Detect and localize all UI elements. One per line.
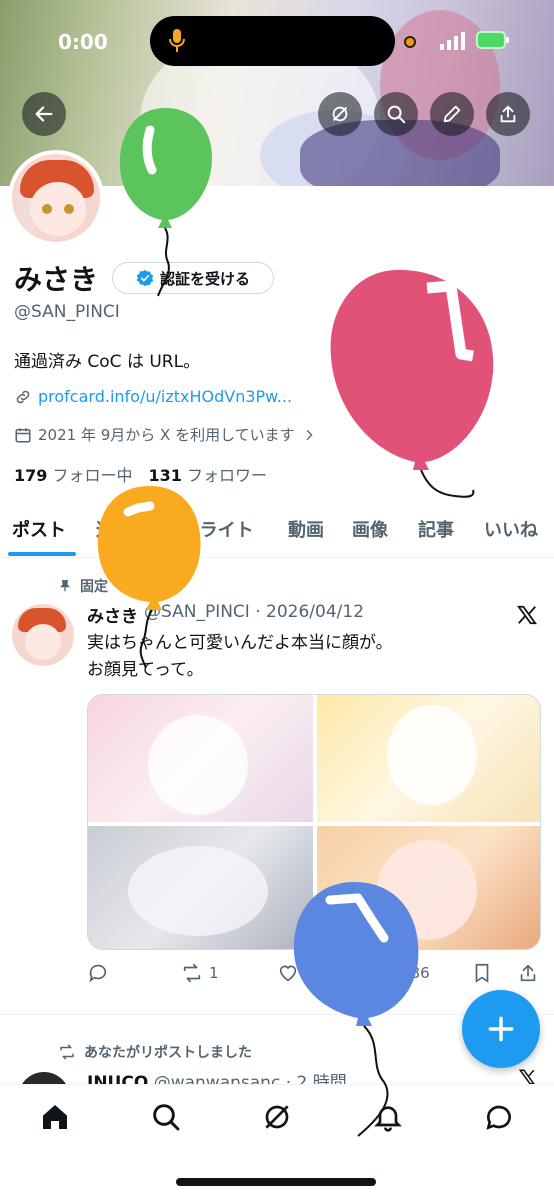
back-arrow-icon: [35, 106, 53, 122]
home-icon[interactable]: [39, 1101, 71, 1133]
share-button[interactable]: [486, 92, 530, 136]
bookmark-icon: [475, 963, 489, 983]
edit-button[interactable]: [430, 92, 474, 136]
orange-balloon-sticker: [97, 486, 201, 669]
green-balloon-sticker: [119, 108, 213, 297]
tab-videos[interactable]: 動画: [288, 516, 324, 542]
profile-tabs: ポスト 返信 ハイライト 動画 画像 記事 いいね: [0, 502, 554, 558]
profile-display-name: みさき: [14, 263, 99, 296]
profile-avatar[interactable]: [8, 150, 104, 246]
back-button[interactable]: [22, 92, 66, 136]
profile-link[interactable]: profcard.info/u/iztxHOdVn3Pw...: [14, 387, 292, 406]
plus-icon: [488, 1016, 514, 1042]
repost-icon: [60, 1044, 74, 1060]
status-time: 0:00: [58, 30, 108, 54]
share-icon: [500, 105, 516, 123]
repost-count: 1: [209, 964, 219, 982]
tab-posts[interactable]: ポスト: [12, 516, 66, 542]
x-logo-icon[interactable]: [516, 604, 538, 626]
tab-photos[interactable]: 画像: [352, 516, 388, 542]
reply-icon: [89, 964, 107, 983]
post-image[interactable]: [88, 695, 313, 822]
camera-indicator-icon: [404, 36, 416, 48]
repost-label: あなたがリポストしました: [84, 1045, 252, 1061]
pink-balloon-sticker: [330, 269, 494, 498]
grok-button[interactable]: [318, 92, 362, 136]
reply-button[interactable]: [87, 962, 115, 984]
profile-handle: @SAN_PINCI: [14, 302, 120, 322]
repost-button[interactable]: 1: [181, 962, 219, 984]
profile-bio: 通過済み CoC は URL。: [14, 352, 201, 372]
active-tab-indicator: [8, 552, 76, 556]
tab-likes[interactable]: いいね: [484, 516, 538, 542]
link-icon: [16, 390, 30, 403]
compose-post-button[interactable]: [462, 990, 540, 1068]
post-author-avatar[interactable]: [12, 604, 74, 666]
home-indicator: [176, 1178, 376, 1186]
following-count: 179: [14, 466, 48, 485]
repost-indicator: あなたがリポストしました: [58, 1042, 252, 1062]
calendar-icon: [15, 427, 31, 442]
post-image[interactable]: [88, 826, 313, 949]
pin-icon: [59, 580, 71, 592]
search-icon[interactable]: [150, 1101, 182, 1133]
pencil-icon: [443, 105, 461, 123]
profile-link-text[interactable]: profcard.info/u/iztxHOdVn3Pw...: [38, 387, 292, 406]
chevron-right-icon: [306, 429, 313, 440]
post-image[interactable]: [317, 695, 540, 822]
share-icon: [520, 964, 536, 982]
blue-balloon-sticker: [293, 882, 419, 1137]
joined-date[interactable]: 2021 年 9月から X を利用しています: [14, 424, 317, 445]
bookmark-button[interactable]: [471, 962, 493, 984]
grok-icon: [332, 106, 348, 122]
messages-icon[interactable]: [483, 1101, 515, 1133]
signal-icon: [440, 32, 465, 50]
search-button[interactable]: [374, 92, 418, 136]
tab-articles[interactable]: 記事: [418, 516, 454, 542]
next-post-author[interactable]: INUCO: [87, 1073, 148, 1084]
status-bar: 0:00: [0, 0, 554, 82]
joined-text: 2021 年 9月から X を利用しています: [38, 426, 295, 444]
repost-icon: [183, 963, 201, 983]
battery-icon: [476, 31, 509, 49]
search-icon: [387, 105, 406, 124]
microphone-icon: [169, 29, 185, 52]
share-post-button[interactable]: [517, 962, 539, 984]
dynamic-island: [150, 16, 395, 66]
